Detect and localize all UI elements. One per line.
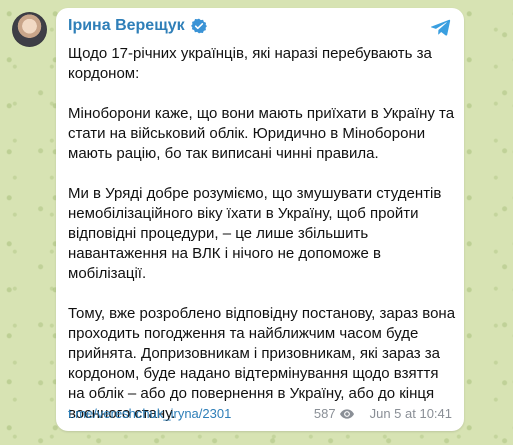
message-paragraph: Щодо 17-річних українців, які наразі пер… [68,45,432,82]
message-footer: t.me/vereshchuk_iryna/2301 587 Jun 5 at … [68,406,452,421]
author-name[interactable]: Ірина Верещук [68,17,185,35]
telegram-icon[interactable] [430,16,452,38]
message-bubble: Ірина Верещук Щодо 17-річних українців, … [56,8,464,431]
message-paragraph: Ми в Уряді добре розуміємо, що змушувати… [68,185,442,282]
post-link[interactable]: t.me/vereshchuk_iryna/2301 [68,406,231,421]
message-header: Ірина Верещук [68,17,207,35]
verified-badge-icon [190,18,207,34]
author-avatar[interactable] [12,12,47,47]
post-meta: 587 Jun 5 at 10:41 [314,406,452,421]
message-text: Щодо 17-річних українців, які наразі пер… [68,44,456,424]
view-count: 587 [313,406,336,421]
post-date: Jun 5 at 10:41 [369,406,452,421]
message-paragraph: Міноборони каже, що вони мають приїхати … [68,105,455,162]
eye-icon [339,408,354,419]
